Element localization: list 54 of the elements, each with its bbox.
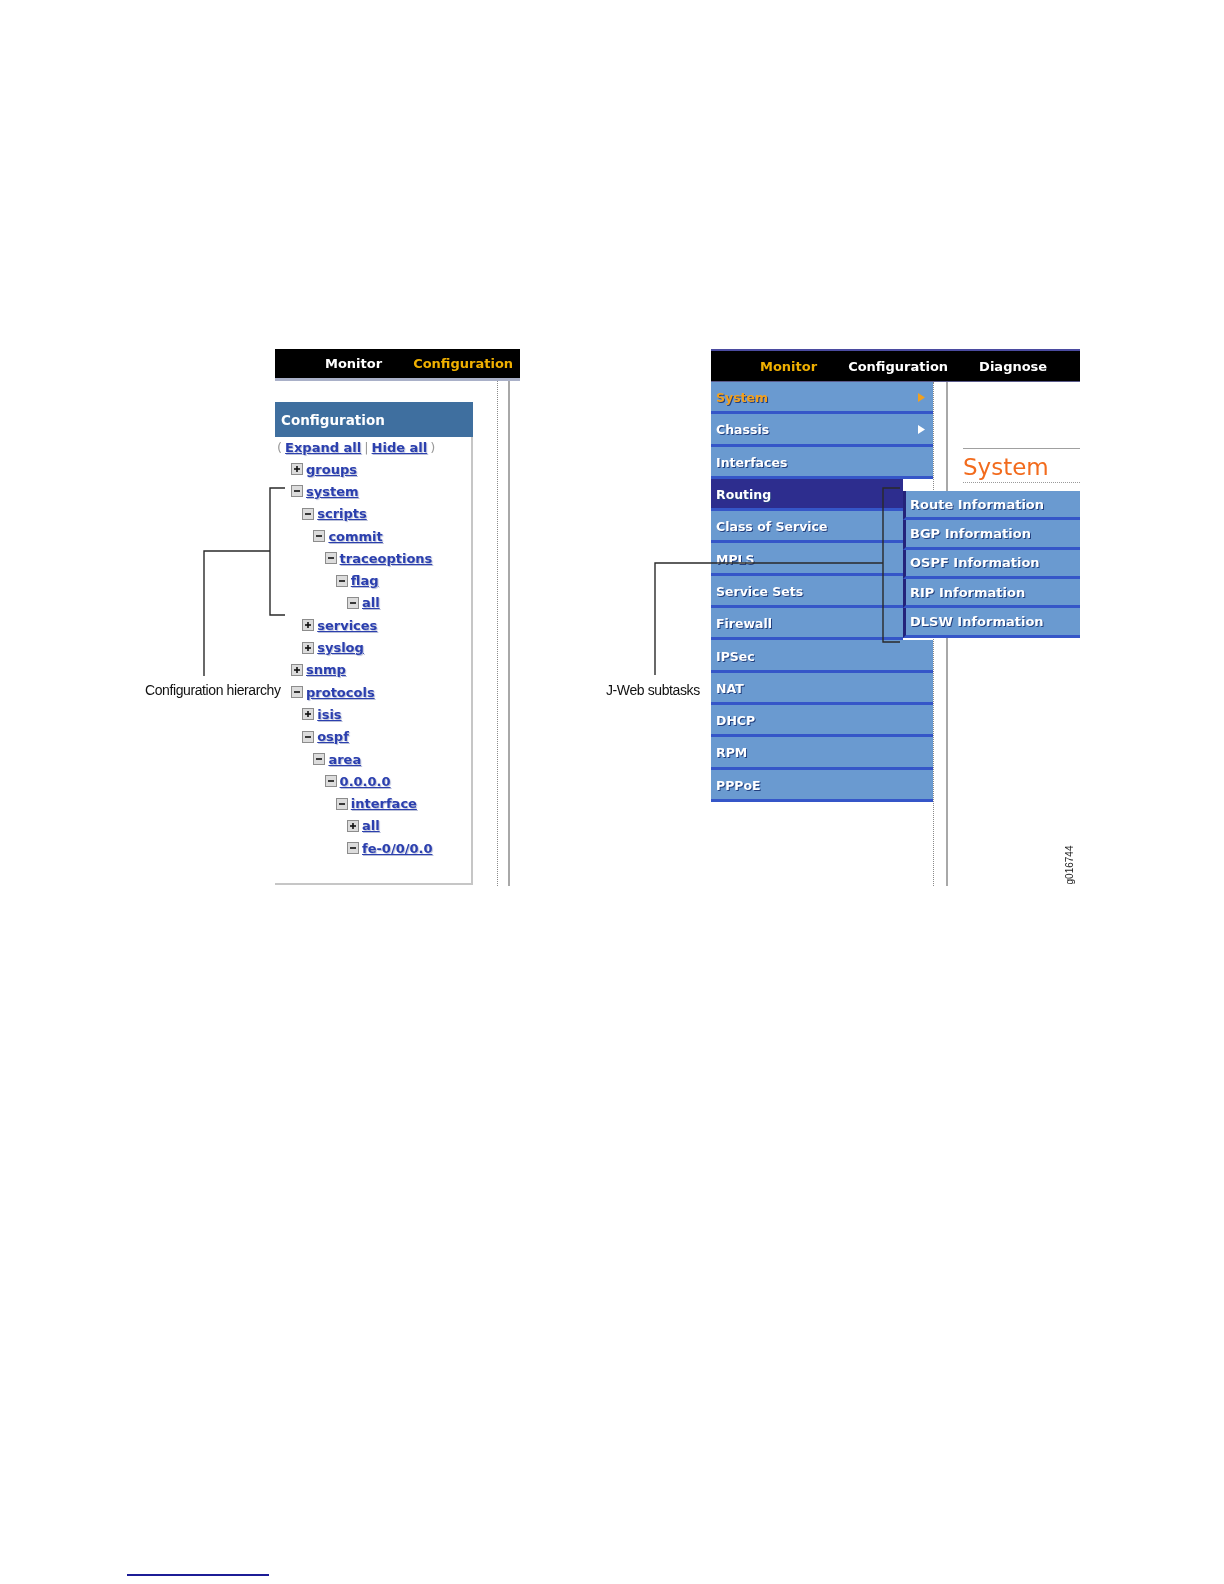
caret-right-icon — [918, 393, 925, 403]
minus-box-icon[interactable] — [335, 797, 348, 810]
tree-link[interactable]: syslog — [317, 640, 364, 655]
minus-box-icon[interactable] — [313, 530, 326, 543]
nav-tab[interactable]: Monitor — [760, 358, 818, 374]
separator: | — [364, 440, 369, 455]
callout-label: J-Web subtasks — [606, 682, 700, 698]
parenthesis: ( — [277, 440, 283, 455]
plus-box-icon[interactable] — [302, 641, 315, 654]
nav-tab[interactable]: Configuration — [413, 356, 514, 371]
tree-link[interactable]: snmp — [306, 662, 346, 678]
expand-all-link[interactable]: Expand all — [285, 440, 362, 455]
nav-tab[interactable]: Configuration — [848, 358, 949, 374]
tree-link[interactable]: protocols — [306, 684, 375, 700]
plus-box-icon[interactable] — [291, 463, 303, 476]
nav-tab[interactable]: Diagnose — [979, 358, 1048, 374]
minus-box-icon[interactable] — [291, 686, 303, 699]
tree-link[interactable]: traceoptions — [339, 550, 433, 566]
panel-header: Configuration — [275, 402, 473, 437]
minus-box-icon[interactable] — [313, 753, 326, 765]
tree-link[interactable]: ospf — [317, 729, 349, 745]
menu-item[interactable]: Routing — [711, 478, 903, 512]
minus-box-icon[interactable] — [291, 485, 303, 498]
plus-box-icon[interactable] — [302, 708, 315, 721]
tree-link[interactable]: all — [362, 595, 380, 611]
minus-box-icon[interactable] — [347, 596, 359, 609]
tree-link[interactable]: flag — [350, 573, 379, 589]
parenthesis: ) — [430, 440, 436, 455]
minus-box-icon[interactable] — [302, 507, 315, 520]
minus-box-icon[interactable] — [324, 552, 337, 565]
tree-link[interactable]: scripts — [317, 506, 367, 522]
nav-tab[interactable]: Monitor — [325, 356, 383, 371]
tree-link[interactable]: system — [306, 483, 359, 499]
minus-box-icon[interactable] — [324, 775, 337, 788]
tree-link[interactable]: commit — [328, 528, 383, 544]
tree-link[interactable]: services — [317, 617, 378, 633]
figure-id: g016744 — [1064, 845, 1077, 885]
tree-link[interactable]: area — [328, 751, 362, 767]
callout-label: Configuration hierarchy — [145, 682, 281, 698]
plus-box-icon[interactable] — [291, 663, 303, 676]
plus-box-icon[interactable] — [347, 819, 359, 832]
minus-box-icon[interactable] — [347, 842, 359, 855]
tree-link[interactable]: 0.0.0.0 — [339, 773, 391, 789]
tree-link[interactable]: interface — [350, 796, 417, 812]
minus-box-icon[interactable] — [335, 574, 348, 587]
plus-box-icon[interactable] — [302, 619, 315, 632]
minus-box-icon[interactable] — [302, 730, 315, 743]
tree-link[interactable]: isis — [317, 706, 342, 722]
tree-link[interactable]: fe-0/0/0.0 — [362, 840, 433, 856]
hide-all-link[interactable]: Hide all — [371, 440, 428, 455]
tree-link[interactable]: groups — [306, 461, 357, 477]
caret-right-icon — [918, 425, 925, 435]
page-heading: System — [963, 453, 1050, 482]
tree-link[interactable]: all — [362, 818, 380, 834]
